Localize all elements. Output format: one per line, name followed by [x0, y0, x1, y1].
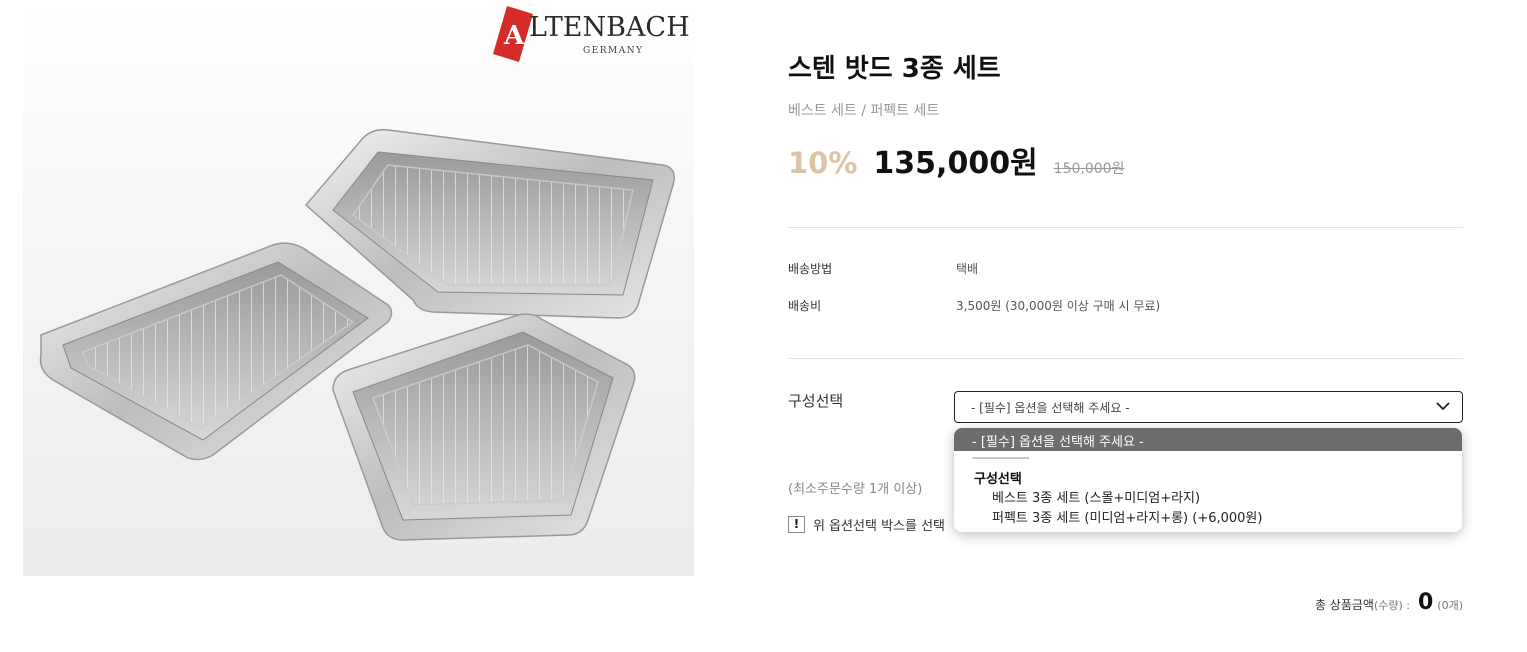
discount-rate: 10%	[788, 146, 858, 180]
brand-logo: A LTENBACH GERMANY	[493, 6, 694, 62]
logo-letter: A	[503, 21, 525, 51]
option-notice: ! 위 옵션선택 박스를 선택	[788, 515, 945, 534]
product-title: 스텐 밧드 3종 세트	[788, 54, 1001, 84]
option-dropdown-list: - [필수] 옵션을 선택해 주세요 - -------------------…	[954, 428, 1462, 532]
product-image: A LTENBACH GERMANY	[23, 0, 694, 576]
product-info-panel: 스텐 밧드 3종 세트 베스트 세트 / 퍼펙트 세트 10% 135,000원…	[788, 0, 1463, 652]
divider	[788, 227, 1463, 228]
product-subtitle: 베스트 세트 / 퍼펙트 세트	[788, 103, 940, 119]
shipping-fee-value: 3,500원 (30,000원 이상 구매 시 무료)	[956, 299, 1161, 313]
option-label: 구성선택	[788, 392, 844, 410]
chevron-down-icon	[1436, 402, 1450, 411]
dropdown-group-label: 구성선택	[974, 472, 1022, 487]
dropdown-separator: -------------------	[972, 451, 1029, 464]
divider	[788, 358, 1463, 359]
shipping-fee-label: 배송비	[788, 299, 822, 313]
total-amount: 0	[1417, 590, 1434, 615]
stainless-trays-illustration	[39, 128, 675, 541]
dropdown-option-best-set[interactable]: 베스트 3종 세트 (스몰+미디엄+라지)	[954, 485, 1462, 506]
logo-text: LTENBACH	[529, 12, 690, 43]
original-price: 150,000원	[1053, 161, 1125, 177]
option-select[interactable]: - [필수] 옵션을 선택해 주세요 -	[954, 391, 1463, 423]
notice-text: 위 옵션선택 박스를 선택	[813, 519, 945, 534]
dropdown-option-placeholder[interactable]: - [필수] 옵션을 선택해 주세요 -	[954, 428, 1462, 451]
shipping-method-label: 배송방법	[788, 262, 833, 276]
min-order-text: (최소주문수량 1개 이상)	[788, 482, 923, 497]
total-price: 총 상품금액 (수량) : 0 (0개)	[1315, 590, 1463, 615]
dropdown-option-perfect-set[interactable]: 퍼펙트 3종 세트 (미디엄+라지+롱) (+6,000원)	[954, 505, 1462, 526]
logo-subtext: GERMANY	[583, 46, 644, 56]
total-count: (0개)	[1437, 599, 1463, 612]
shipping-method-value: 택배	[956, 262, 979, 276]
exclamation-icon: !	[788, 516, 805, 533]
sale-price: 135,000원	[873, 146, 1038, 181]
total-label: 총 상품금액	[1314, 598, 1374, 612]
total-qty-label: (수량) :	[1373, 599, 1410, 612]
logo-mark-icon: A	[493, 6, 533, 62]
price-row: 10% 135,000원 150,000원	[788, 138, 1124, 182]
option-select-value: - [필수] 옵션을 선택해 주세요 -	[971, 401, 1130, 415]
